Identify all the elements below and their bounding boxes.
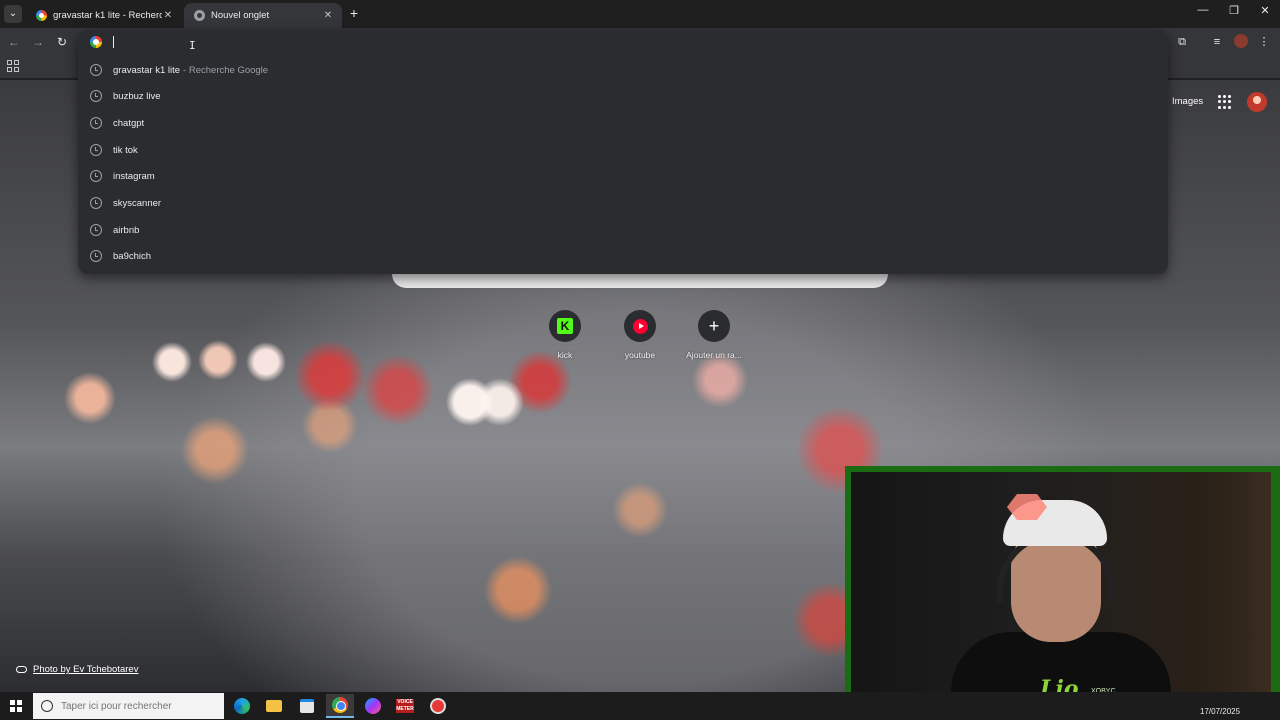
kick-icon: K [557,318,573,334]
ibeam-cursor-icon: I [189,39,196,52]
apps-grid-icon[interactable] [7,60,19,72]
close-window-button[interactable]: ✕ [1250,4,1280,17]
windows-taskbar: VOICE METER [0,692,1280,720]
suggestion-row[interactable]: gravastar k1 lite - Recherche Google [78,57,1168,83]
tab-close-icon[interactable]: ✕ [162,10,174,21]
taskbar-chrome[interactable] [326,694,354,718]
taskbar-store[interactable] [293,694,321,718]
google-apps-icon[interactable] [1218,95,1232,109]
new-tab-button[interactable]: + [346,5,362,21]
reload-icon[interactable]: ↻ [54,34,70,50]
suggestion-subtext: - Recherche Google [183,64,269,76]
minimize-button[interactable]: — [1188,4,1218,16]
taskbar-search[interactable] [33,693,224,719]
suggestion-text: chatgpt [113,117,145,129]
forward-arrow-icon[interactable]: → [30,34,46,50]
history-icon [90,197,102,209]
tab-gravastar-search[interactable]: gravastar k1 lite - Recherche Go ✕ [26,3,182,28]
tab-close-icon[interactable]: ✕ [322,10,334,21]
suggestion-row[interactable]: airbnb [78,217,1168,243]
file-explorer-icon [266,700,282,712]
webcam-feed [851,472,1271,702]
obs-icon [430,698,446,714]
taskbar-file-explorer[interactable] [260,694,288,718]
history-icon [90,170,102,182]
messenger-icon [365,698,381,714]
suggestion-text: airbnb [113,224,140,236]
photo-credit: Photo by Ev Tchebotarev [16,664,138,675]
youtube-icon [632,318,648,334]
tab-search-button[interactable]: ⌄ [4,5,22,23]
edge-icon [234,698,250,714]
webcam-overlay [845,466,1280,708]
history-icon [90,224,102,236]
history-icon [90,117,102,129]
shortcut-label: youtube [624,350,656,360]
account-avatar[interactable] [1247,92,1267,112]
shortcut-label: kick [557,350,573,360]
menu-kebab-icon[interactable]: ⋮ [1256,34,1272,50]
history-icon [90,144,102,156]
taskbar-messenger[interactable] [359,694,387,718]
plus-icon: + [708,316,720,336]
suggestion-row[interactable]: instagram [78,163,1168,189]
shortcut-youtube[interactable]: youtube [605,310,675,360]
shortcut-kick[interactable]: K kick [530,310,600,360]
taskbar-search-input[interactable] [61,700,221,712]
taskbar-obs[interactable] [424,694,452,718]
history-icon [90,64,102,76]
suggestion-text: ba9chich [113,250,152,262]
windows-start-icon[interactable] [10,700,22,712]
profile-avatar[interactable] [1234,34,1248,48]
images-link[interactable]: Images [1172,96,1203,107]
taskbar-date[interactable]: 17/07/2025 [1200,707,1240,716]
tab-strip: ⌄ gravastar k1 lite - Recherche Go ✕ Nou… [0,0,1280,28]
extensions-icon[interactable]: ⧉ [1174,34,1190,50]
omnibox-input[interactable] [112,33,1112,51]
chrome-icon [332,697,348,713]
omnibox-row: I [78,30,1168,54]
google-icon [90,36,102,48]
link-icon [16,666,27,673]
suggestion-row[interactable]: skyscanner [78,190,1168,216]
taskbar-edge[interactable] [228,694,256,718]
suggestion-text: buzbuz live [113,90,161,102]
omnibox-dropdown: I gravastar k1 lite - Recherche Google b… [78,30,1168,274]
suggestion-text: instagram [113,170,155,182]
text-caret [113,36,114,48]
taskbar-voicemeeter[interactable]: VOICE METER [391,694,419,718]
suggestion-text: tik tok [113,144,138,156]
voice-meeter-icon: VOICE METER [396,699,414,713]
back-arrow-icon[interactable]: ← [6,34,22,50]
tab-title: Nouvel onglet [211,10,270,21]
media-controls-icon[interactable]: ≡ [1209,34,1225,50]
search-icon [41,700,53,712]
history-icon [90,90,102,102]
chrome-favicon-icon [194,10,205,21]
shortcut-add[interactable]: + Ajouter un ra... [679,310,749,360]
suggestion-row[interactable]: chatgpt [78,110,1168,136]
store-icon [300,699,314,713]
history-icon [90,250,102,262]
google-favicon-icon [36,10,47,21]
suggestion-text: skyscanner [113,197,162,209]
shortcut-label: Ajouter un ra... [686,350,742,360]
photo-credit-link[interactable]: Photo by Ev Tchebotarev [33,664,138,675]
restore-button[interactable]: ❐ [1219,4,1249,17]
suggestion-text: gravastar k1 lite [113,64,181,76]
tab-new-tab[interactable]: Nouvel onglet ✕ [184,3,342,28]
suggestion-row[interactable]: ba9chich [78,243,1168,269]
tab-title: gravastar k1 lite - Recherche Go [53,10,162,21]
suggestion-row[interactable]: tik tok [78,137,1168,163]
suggestion-row[interactable]: buzbuz live [78,83,1168,109]
